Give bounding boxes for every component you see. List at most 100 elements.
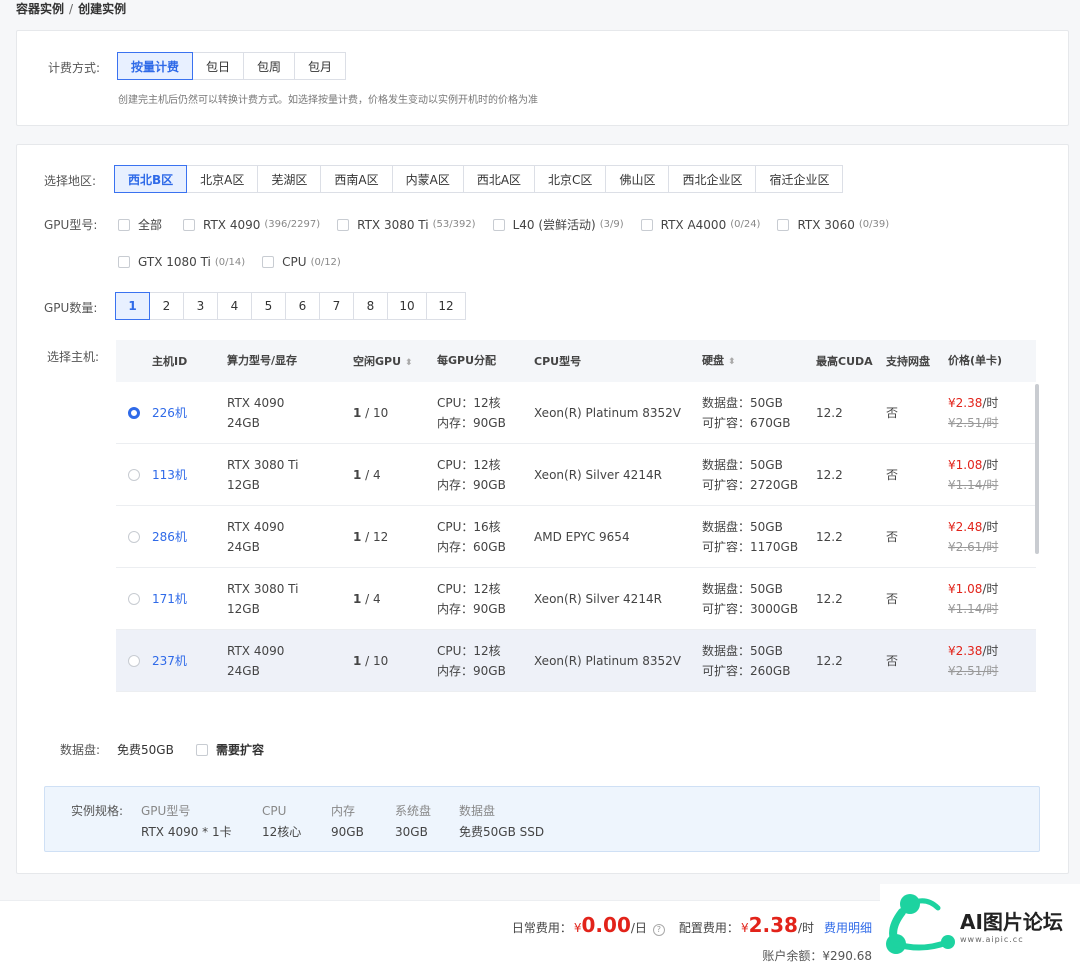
region-option-beijing-a[interactable]: 北京A区 (186, 165, 259, 193)
mem-alloc: 内存：90GB (437, 663, 506, 678)
gpu-name: RTX A4000 (660, 217, 727, 232)
gpu-count-3[interactable]: 3 (183, 292, 218, 320)
gpu-checkbox-all[interactable]: 全部 (118, 216, 166, 233)
header-disk-label: 硬盘 (702, 353, 724, 367)
gpu-count-7[interactable]: 7 (319, 292, 354, 320)
checkbox-box[interactable] (196, 743, 208, 756)
gpu-count-12[interactable]: 12 (426, 292, 466, 320)
expand-checkbox[interactable]: 需要扩容 (196, 741, 264, 758)
host-model: RTX 3080 Ti (227, 581, 299, 596)
checkbox-box[interactable] (118, 218, 130, 231)
row-radio[interactable] (128, 406, 140, 419)
table-row[interactable]: 113机 RTX 3080 Ti 12GB 1 / 4 CPU：12核 内存：90G… (116, 444, 1036, 506)
sort-icon[interactable]: ⬍ (405, 358, 413, 368)
checkbox-box[interactable] (492, 218, 505, 231)
gpu-model-label: GPU型号: (44, 218, 98, 232)
row-radio[interactable] (128, 468, 140, 481)
region-option-wuhu[interactable]: 芜湖区 (257, 165, 322, 193)
row-radio[interactable] (128, 530, 140, 543)
host-id: 171机 (152, 592, 187, 606)
gpu-count-label: GPU数量: (44, 301, 98, 315)
daily-fee-currency: ¥ (573, 921, 582, 935)
header-free-gpu[interactable]: 空闲GPU ⬍ (353, 353, 437, 369)
region-option-beijing-c[interactable]: 北京C区 (534, 165, 607, 193)
gpu-count-1[interactable]: 1 (115, 292, 150, 320)
billing-option-payg[interactable]: 按量计费 (117, 52, 194, 80)
cpu-alloc: CPU：12核 (437, 581, 501, 596)
gpu-count: (3/9) (599, 219, 624, 230)
billing-option-daily[interactable]: 包日 (192, 52, 245, 80)
table-row[interactable]: 237机 RTX 4090 24GB 1 / 10 CPU：12核 内存：90GB … (116, 630, 1036, 692)
region-option-foshan[interactable]: 佛山区 (605, 165, 670, 193)
free-gpu-total: / 10 (361, 653, 389, 668)
row-radio[interactable] (128, 654, 140, 667)
config-fee-unit: /时 (797, 921, 814, 935)
billing-option-weekly[interactable]: 包周 (243, 52, 296, 80)
region-option-xinan-a[interactable]: 西南A区 (320, 165, 393, 193)
netdisk-support: 否 (886, 592, 899, 606)
data-disk-free: 免费50GB (117, 743, 174, 757)
header-cuda: 最高CUDA (816, 355, 873, 368)
gpu-checkbox-l40[interactable]: L40 (尝鲜活动) (3/9) (492, 216, 624, 233)
spec-header: GPU型号 (141, 804, 191, 818)
gpu-name: RTX 3060 (797, 217, 855, 232)
checkbox-box[interactable] (183, 218, 196, 231)
checkbox-box[interactable] (777, 218, 790, 231)
gpu-checkbox-rtx3060[interactable]: RTX 3060 (0/39) (777, 218, 889, 232)
spec-cpu: CPU 12核心 (262, 801, 301, 843)
region-option-xibei-b[interactable]: 西北B区 (114, 165, 188, 193)
disk-data: 数据盘：50GB (702, 395, 783, 410)
gpu-checkbox-rtx3080ti[interactable]: RTX 3080 Ti (53/392) (337, 218, 476, 232)
billing-option-monthly[interactable]: 包月 (294, 52, 347, 80)
mem-alloc: 内存：60GB (437, 539, 506, 554)
region-option-xibei-enterprise[interactable]: 西北企业区 (668, 165, 757, 193)
checkbox-box[interactable] (262, 256, 275, 268)
region-option-suqian-enterprise[interactable]: 宿迁企业区 (755, 165, 844, 193)
gpu-count-4[interactable]: 4 (217, 292, 252, 320)
header-disk[interactable]: 硬盘 ⬍ (702, 351, 816, 372)
gpu-checkbox-gtx1080ti[interactable]: GTX 1080 Ti (0/14) (118, 255, 245, 269)
gpu-count-6[interactable]: 6 (285, 292, 320, 320)
price: ¥2.38 (948, 395, 983, 410)
price: ¥1.08 (948, 457, 983, 472)
gpu-count-5[interactable]: 5 (251, 292, 286, 320)
sort-icon[interactable]: ⬍ (728, 357, 736, 367)
gpu-checkbox-cpu[interactable]: CPU (0/12) (262, 255, 341, 269)
data-disk-expand[interactable]: 需要扩容 (196, 741, 281, 758)
question-icon[interactable]: ? (652, 924, 665, 936)
breadcrumb-parent[interactable]: 容器实例 (16, 2, 64, 16)
fee-detail-link[interactable]: 费用明细 (824, 919, 872, 936)
host-table-header: 主机ID 算力型号/显存 空闲GPU ⬍ 每GPU分配 CPU型号 硬盘 ⬍ 最高C… (116, 340, 1036, 382)
logo-title: AI图片论坛 (960, 909, 1063, 934)
table-scrollbar[interactable] (1035, 384, 1039, 554)
disk-data: 数据盘：50GB (702, 643, 783, 658)
gpu-checkbox-rtx4090[interactable]: RTX 4090 (396/2297) (183, 218, 320, 232)
breadcrumb-separator: / (69, 2, 74, 16)
gpu-count-8[interactable]: 8 (353, 292, 388, 320)
billing-hint: 创建完主机后仍然可以转换计费方式。如选择按量计费，价格发生变动以实例开机时的价格… (118, 95, 538, 106)
max-cuda: 12.2 (816, 405, 843, 420)
header-price: 价格(单卡) (948, 354, 1003, 367)
gpu-count-2[interactable]: 2 (149, 292, 184, 320)
price-unit: /时 (982, 519, 999, 534)
gpu-checkbox-rtxa4000[interactable]: RTX A4000 (0/24) (640, 217, 760, 232)
table-row[interactable]: 171机 RTX 3080 Ti 12GB 1 / 4 CPU：12核 内存：90G… (116, 568, 1036, 630)
row-radio[interactable] (128, 592, 140, 605)
price: ¥2.38 (948, 643, 983, 658)
price: ¥2.48 (948, 519, 983, 534)
spec-label: 实例规格: (71, 804, 124, 818)
disk-data: 数据盘：50GB (702, 581, 783, 596)
gpu-count-10[interactable]: 10 (387, 292, 427, 320)
table-row[interactable]: 226机 RTX 4090 24GB 1 / 10 CPU：12核 内存：90GB … (116, 382, 1036, 444)
host-vram: 24GB (227, 415, 260, 430)
checkbox-box[interactable] (640, 218, 653, 231)
table-row[interactable]: 286机 RTX 4090 24GB 1 / 12 CPU：16核 内存：60GB … (116, 506, 1036, 568)
old-price: ¥2.51/时 (948, 415, 999, 430)
host-label: 选择主机: (47, 350, 100, 364)
checkbox-box[interactable] (337, 218, 350, 231)
cpu-alloc: CPU：12核 (437, 643, 501, 658)
checkbox-box[interactable] (118, 256, 130, 268)
region-option-neimeng-a[interactable]: 内蒙A区 (391, 165, 464, 193)
header-per-gpu: 每GPU分配 (437, 354, 497, 367)
region-option-xibei-a[interactable]: 西北A区 (462, 165, 536, 193)
